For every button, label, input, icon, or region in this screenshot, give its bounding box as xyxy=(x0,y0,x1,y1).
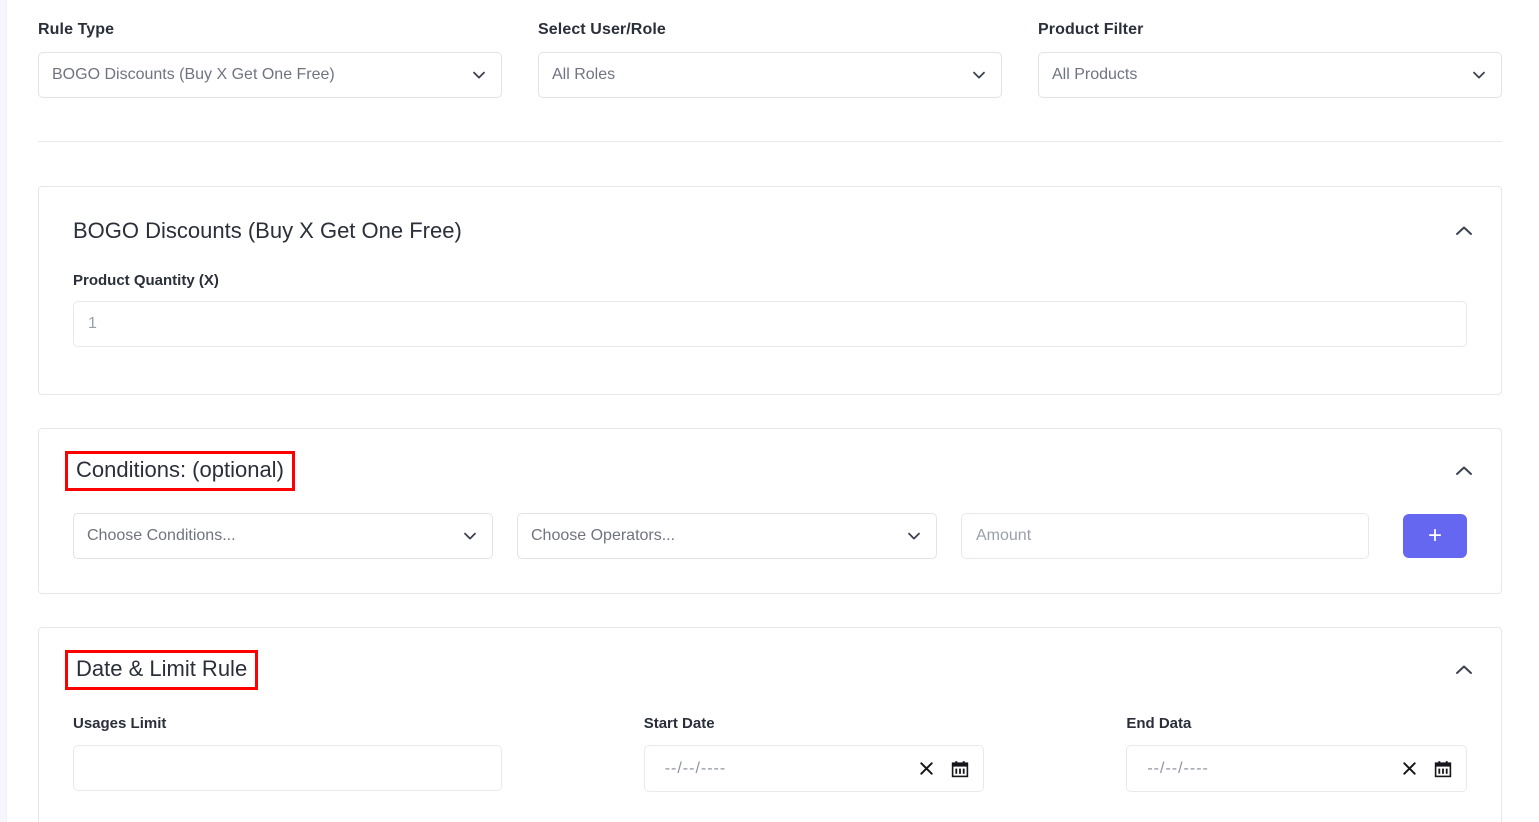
conditions-panel-title: Conditions: (optional) xyxy=(65,451,295,491)
add-condition-button[interactable]: + xyxy=(1403,514,1467,558)
start-date-icons xyxy=(917,760,969,778)
date-limit-panel-header: Date & Limit Rule xyxy=(65,650,1475,690)
choose-conditions-value: Choose Conditions... xyxy=(87,527,236,544)
start-date-input[interactable]: --/--/---- xyxy=(643,745,985,792)
chevron-down-icon xyxy=(1471,67,1487,83)
filter-row: Rule Type BOGO Discounts (Buy X Get One … xyxy=(38,20,1502,98)
end-date-field: End Data --/--/---- xyxy=(1126,714,1467,792)
bogo-panel-header: BOGO Discounts (Buy X Get One Free) xyxy=(73,217,1475,245)
start-date-value: --/--/---- xyxy=(664,759,727,777)
end-date-input[interactable]: --/--/---- xyxy=(1126,745,1467,792)
start-date-field: Start Date --/--/---- xyxy=(643,714,985,792)
page-left-edge-strip xyxy=(0,0,7,822)
product-filter-select[interactable]: All Products xyxy=(1038,52,1502,98)
chevron-down-icon xyxy=(462,528,478,544)
user-role-select[interactable]: All Roles xyxy=(538,52,1002,98)
choose-operators-value: Choose Operators... xyxy=(531,527,676,544)
product-filter-value: All Products xyxy=(1052,66,1138,83)
date-limit-fields-row: Usages Limit Start Date --/--/---- End D… xyxy=(73,714,1467,792)
choose-conditions-select[interactable]: Choose Conditions... xyxy=(73,513,493,559)
choose-operators-select[interactable]: Choose Operators... xyxy=(517,513,937,559)
rule-type-label: Rule Type xyxy=(38,21,115,38)
chevron-up-icon[interactable] xyxy=(1453,659,1475,681)
calendar-icon[interactable] xyxy=(1434,760,1452,778)
chevron-down-icon xyxy=(471,67,487,83)
user-role-label: Select User/Role xyxy=(538,21,666,38)
product-quantity-label: Product Quantity (X) xyxy=(73,272,219,289)
chevron-down-icon xyxy=(906,528,922,544)
chevron-down-icon xyxy=(971,67,987,83)
product-filter-label: Product Filter xyxy=(1038,21,1144,38)
amount-input[interactable]: Amount xyxy=(961,513,1369,559)
close-icon[interactable] xyxy=(1400,760,1418,778)
end-date-icons xyxy=(1400,760,1452,778)
rule-type-value: BOGO Discounts (Buy X Get One Free) xyxy=(52,66,335,83)
filter-rule-type: Rule Type BOGO Discounts (Buy X Get One … xyxy=(38,20,502,98)
chevron-up-icon[interactable] xyxy=(1453,460,1475,482)
usages-limit-label: Usages Limit xyxy=(73,715,167,732)
close-icon[interactable] xyxy=(917,760,935,778)
rule-builder-page: Rule Type BOGO Discounts (Buy X Get One … xyxy=(0,0,1539,822)
rule-type-select[interactable]: BOGO Discounts (Buy X Get One Free) xyxy=(38,52,502,98)
date-limit-panel: Date & Limit Rule Usages Limit Start Dat… xyxy=(38,627,1502,822)
user-role-value: All Roles xyxy=(552,66,616,83)
calendar-icon[interactable] xyxy=(951,760,969,778)
date-limit-panel-title: Date & Limit Rule xyxy=(65,650,259,690)
usages-limit-input[interactable] xyxy=(73,745,502,791)
condition-builder-row: Choose Conditions... Choose Operators...… xyxy=(73,513,1467,559)
end-date-label: End Data xyxy=(1126,715,1192,732)
conditions-panel-header: Conditions: (optional) xyxy=(65,451,1475,491)
filter-user-role: Select User/Role All Roles xyxy=(538,20,1002,98)
section-divider xyxy=(38,141,1502,142)
bogo-panel-title: BOGO Discounts (Buy X Get One Free) xyxy=(73,218,462,243)
end-date-value: --/--/---- xyxy=(1147,759,1209,777)
bogo-discounts-panel: BOGO Discounts (Buy X Get One Free) Prod… xyxy=(38,186,1502,395)
start-date-label: Start Date xyxy=(643,715,715,732)
usages-limit-field: Usages Limit xyxy=(73,714,502,792)
chevron-up-icon[interactable] xyxy=(1453,220,1475,242)
filter-product: Product Filter All Products xyxy=(1038,20,1502,98)
product-quantity-input[interactable]: 1 xyxy=(73,301,1467,347)
conditions-panel: Conditions: (optional) Choose Conditions… xyxy=(38,428,1502,594)
